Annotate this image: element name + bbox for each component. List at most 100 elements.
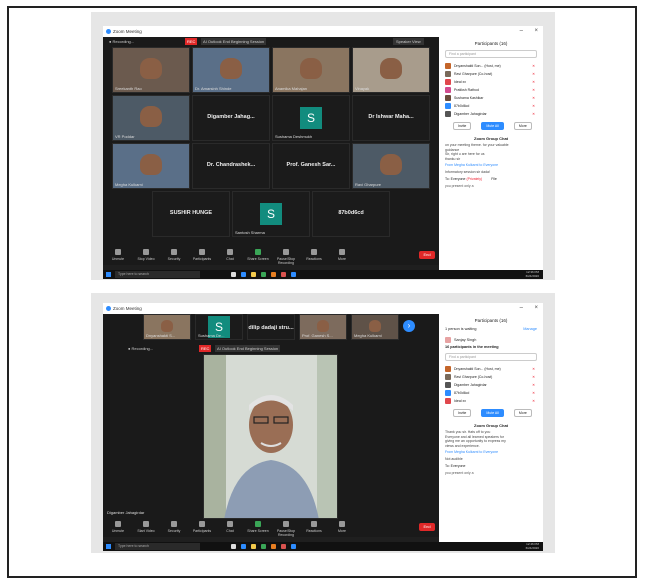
windows-taskbar: Type here to search 12:36 PM 6/24/2020	[103, 270, 543, 279]
chat-input[interactable]: you present only a	[445, 471, 537, 475]
taskview-icon[interactable]	[231, 544, 236, 549]
video-tile[interactable]: Prof. Ganesh Sar...	[272, 143, 350, 189]
video-tile[interactable]: S Santosh Sharma	[232, 191, 310, 237]
video-tile[interactable]: Megha Kulkarni	[351, 314, 399, 340]
toolbar-button[interactable]: Chat	[219, 521, 241, 533]
toolbar-button[interactable]: Security	[163, 521, 185, 533]
zoom-taskbar-icon[interactable]	[291, 544, 296, 549]
edge-icon[interactable]	[241, 272, 246, 277]
chat-recipient[interactable]: To: Everyone (Privately) File	[445, 177, 537, 181]
participant-search[interactable]: Find a participant	[445, 50, 537, 58]
video-tile[interactable]: Dr Ishwar Maha...	[352, 95, 430, 141]
toolbar-button[interactable]: More	[331, 249, 353, 261]
participant-row[interactable]: Pratiksh Rathod ✕	[445, 86, 537, 94]
participant-row[interactable]: Digamber Jahagirdar ✕	[445, 381, 537, 389]
end-button[interactable]: End	[419, 523, 435, 531]
participant-figure	[140, 105, 162, 127]
video-tile[interactable]: Megha Kulkarni	[112, 143, 190, 189]
participant-row[interactable]: Dnyanshakti Son... (Host, me) ✕	[445, 62, 537, 70]
edge-icon[interactable]	[241, 544, 246, 549]
toolbar-button[interactable]: More	[331, 521, 353, 533]
windows-start-icon[interactable]	[106, 272, 111, 277]
video-tile[interactable]: Dr. Amarsinh Shinde	[192, 47, 270, 93]
toolbar-button[interactable]: Reactions	[303, 521, 325, 533]
participant-row[interactable]: Ideal xx ✕	[445, 78, 537, 86]
toolbar-button[interactable]: Stop Video	[135, 249, 157, 261]
participant-name: Ideal xx	[454, 399, 467, 403]
more-button[interactable]: More	[513, 122, 532, 130]
next-page-icon[interactable]: ›	[403, 320, 415, 332]
video-tile[interactable]: Dr. Chandrashek...	[192, 143, 270, 189]
video-tile[interactable]: Digamber Jahag...	[192, 95, 270, 141]
video-tile[interactable]: Anamika Mahajan	[272, 47, 350, 93]
toolbar-button[interactable]: Pause/Stop Recording	[275, 249, 297, 265]
participant-row[interactable]: 87b0d6cd ✕	[445, 102, 537, 110]
more-button[interactable]: More	[513, 409, 532, 417]
manage-button[interactable]: Manage	[523, 327, 537, 331]
taskview-icon[interactable]	[231, 272, 236, 277]
participant-row[interactable]: 87b0d6cd ✕	[445, 389, 537, 397]
toolbar-button[interactable]: Pause/Stop Recording	[275, 521, 297, 537]
folder-icon[interactable]	[251, 272, 256, 277]
chrome-icon[interactable]	[261, 272, 266, 277]
app-icon[interactable]	[271, 544, 276, 549]
toolbar-label: Participants	[192, 257, 212, 261]
participant-row[interactable]: Dnyanshakti Son... (Host, me) ✕	[445, 365, 537, 373]
speaker-view-button[interactable]: Speaker View	[393, 38, 424, 45]
video-tile[interactable]: VR Poddar	[112, 95, 190, 141]
toolbar-button[interactable]: Chat	[219, 249, 241, 261]
toolbar-button[interactable]: Reactions	[303, 249, 325, 261]
chat-input[interactable]: you present only a	[445, 184, 537, 188]
meeting-toolbar: End Unmute Stop Video Security Participants…	[103, 247, 439, 265]
participant-search[interactable]: Find a participant	[445, 353, 537, 361]
toolbar-label: Stop Video	[137, 257, 155, 261]
minimize-icon[interactable]: –	[520, 305, 523, 311]
video-tile[interactable]: Prof. Ganesh S...	[299, 314, 347, 340]
video-tile[interactable]: Ravi Gharpure	[352, 143, 430, 189]
mute-all-button[interactable]: Mute All	[481, 409, 504, 417]
toolbar-button[interactable]: Unmute	[107, 521, 129, 533]
video-tile[interactable]: S Sushama Deshmukh	[272, 95, 350, 141]
video-tile[interactable]: dilip dadaji stru...	[247, 314, 295, 340]
toolbar-button[interactable]: Unmute	[107, 249, 129, 261]
invite-button[interactable]: Invite	[453, 409, 472, 417]
participant-row[interactable]: Ideal xx ✕	[445, 397, 537, 405]
video-tile[interactable]: 87b0d6cd	[312, 191, 390, 237]
app-icon[interactable]	[281, 544, 286, 549]
toolbar-button[interactable]: Participants	[191, 249, 213, 261]
windows-start-icon[interactable]	[106, 544, 111, 549]
toolbar-button[interactable]: Participants	[191, 521, 213, 533]
app-icon[interactable]	[281, 272, 286, 277]
video-tile[interactable]: Vinayak	[352, 47, 430, 93]
chat-recipient[interactable]: To: Everyone	[445, 464, 537, 468]
participant-name: Ravi Gharpure	[355, 182, 382, 187]
taskbar-search[interactable]: Type here to search	[115, 543, 200, 550]
windows-taskbar: Type here to search 12:46 PM 6/24/2020	[103, 542, 543, 551]
toolbar-button[interactable]: Share Screen	[247, 249, 269, 261]
chrome-icon[interactable]	[261, 544, 266, 549]
zoom-taskbar-icon[interactable]	[291, 272, 296, 277]
in-meeting-header: 16 participants in the meeting	[445, 345, 499, 349]
video-tile[interactable]: SUSHIR HUNGE	[152, 191, 230, 237]
participant-row[interactable]: Digamber Jahagirdar ✕	[445, 110, 537, 118]
mute-all-button[interactable]: Mute All	[481, 122, 504, 130]
waiting-participant[interactable]: Sanjay Singh	[445, 337, 537, 343]
video-tile[interactable]: Dnyanshakti S...	[143, 314, 191, 340]
participant-row[interactable]: Ravi Gharpure (Co-host) ✕	[445, 70, 537, 78]
close-icon[interactable]: ×	[534, 305, 538, 311]
avatar	[445, 111, 451, 117]
toolbar-button[interactable]: Security	[163, 249, 185, 261]
taskbar-search[interactable]: Type here to search	[115, 271, 200, 278]
participant-row[interactable]: Sushama Kashikar ✕	[445, 94, 537, 102]
video-tile[interactable]: Sreekanth Rao	[112, 47, 190, 93]
toolbar-button[interactable]: Start Video	[135, 521, 157, 533]
app-icon[interactable]	[271, 272, 276, 277]
minimize-icon[interactable]: –	[520, 28, 523, 34]
video-tile[interactable]: S Sushama De...	[195, 314, 243, 340]
toolbar-button[interactable]: Share Screen	[247, 521, 269, 533]
participant-row[interactable]: Ravi Gharpure (Co-host) ✕	[445, 373, 537, 381]
folder-icon[interactable]	[251, 544, 256, 549]
end-button[interactable]: End	[419, 251, 435, 259]
close-icon[interactable]: ×	[534, 28, 538, 34]
invite-button[interactable]: Invite	[453, 122, 472, 130]
